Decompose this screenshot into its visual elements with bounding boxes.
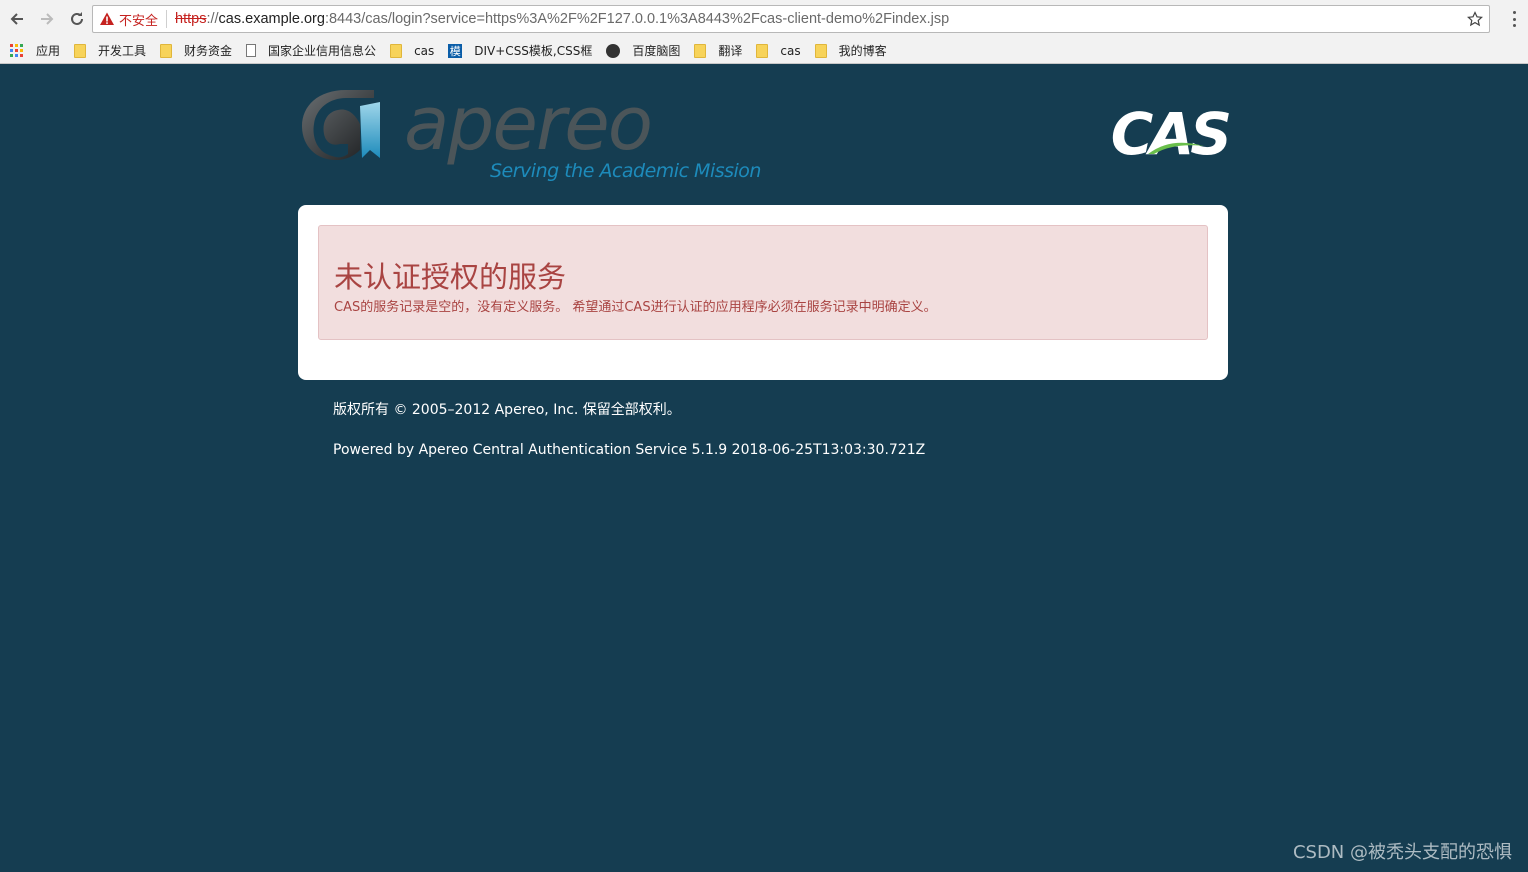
bookmark-label: cas bbox=[780, 43, 801, 58]
bookmark-label: 应用 bbox=[36, 44, 61, 58]
bookmark-folder-cas-2[interactable]: cas bbox=[756, 43, 801, 58]
apereo-wordmark: apereo bbox=[404, 81, 653, 167]
error-alert: 未认证授权的服务 CAS的服务记录是空的，没有定义服务。 希望通过CAS进行认证… bbox=[318, 225, 1208, 340]
apps-grid-icon bbox=[10, 43, 24, 58]
star-icon bbox=[1467, 11, 1483, 27]
bookmark-baidu-naotu[interactable]: 百度脑图 bbox=[606, 42, 680, 59]
copyright-text: 版权所有 © 2005–2012 Apereo, Inc. 保留全部权利。 bbox=[333, 402, 681, 418]
page-header: apereo Serving the Academic Mission CAS bbox=[298, 82, 1232, 192]
bookmark-label: 财务资金 bbox=[184, 44, 233, 58]
url-path: :8443/cas/login?service=https%3A%2F%2F12… bbox=[324, 11, 950, 27]
mo-site-icon: 模 bbox=[448, 43, 463, 58]
bookmark-label: 开发工具 bbox=[98, 44, 147, 58]
bookmark-label: 百度脑图 bbox=[632, 44, 681, 58]
bookmarks-bar: 应用 开发工具 财务资金 国家企业信用信息公 cas 模 DIV+CSS模板,C… bbox=[0, 38, 1528, 64]
url-text[interactable]: https://cas.example.org:8443/cas/login?s… bbox=[175, 11, 1461, 27]
page-icon bbox=[246, 44, 257, 57]
csdn-watermark: CSDN @被秃头支配的恐惧 bbox=[1292, 842, 1512, 863]
folder-icon bbox=[814, 43, 827, 58]
powered-by-text: Powered by Apereo Central Authentication… bbox=[333, 442, 926, 458]
apereo-mark-icon bbox=[302, 90, 380, 160]
back-button[interactable] bbox=[4, 6, 30, 32]
browser-menu-button[interactable] bbox=[1506, 9, 1522, 29]
error-title: 未认证授权的服务 bbox=[334, 260, 567, 294]
apereo-tagline: Serving the Academic Mission bbox=[490, 160, 761, 182]
arrow-left-icon bbox=[10, 13, 23, 25]
bookmark-folder-devtools[interactable]: 开发工具 bbox=[74, 42, 146, 59]
folder-icon bbox=[74, 43, 87, 58]
bookmark-folder-blog[interactable]: 我的博客 bbox=[814, 42, 887, 59]
forward-button[interactable] bbox=[34, 6, 60, 32]
bookmark-folder-cas[interactable]: cas bbox=[390, 43, 435, 58]
error-message: CAS的服务记录是空的，没有定义服务。 希望通过CAS进行认证的应用程序必须在服… bbox=[334, 300, 937, 315]
address-bar[interactable]: 不安全 https://cas.example.org:8443/cas/log… bbox=[92, 5, 1490, 33]
url-scheme: https bbox=[175, 11, 207, 27]
bookmark-star-button[interactable] bbox=[1461, 6, 1489, 32]
bookmark-label: 翻译 bbox=[718, 44, 743, 58]
content-card: 未认证授权的服务 CAS的服务记录是空的，没有定义服务。 希望通过CAS进行认证… bbox=[298, 205, 1228, 380]
security-indicator[interactable]: 不安全 bbox=[93, 10, 158, 29]
omnibox-divider bbox=[166, 10, 168, 28]
cas-logo[interactable]: CAS bbox=[1106, 102, 1232, 166]
bookmark-apps[interactable]: 应用 bbox=[10, 42, 60, 59]
bookmark-credit-info[interactable]: 国家企业信用信息公 bbox=[246, 42, 376, 59]
owl-icon bbox=[606, 43, 621, 58]
bookmark-label: cas bbox=[414, 43, 435, 58]
bookmark-folder-finance[interactable]: 财务资金 bbox=[160, 42, 232, 59]
apereo-logo[interactable]: apereo Serving the Academic Mission bbox=[298, 82, 778, 187]
folder-icon bbox=[160, 43, 173, 58]
cas-swoosh-icon bbox=[1148, 142, 1204, 154]
bookmark-label: 国家企业信用信息公 bbox=[268, 44, 377, 58]
folder-icon bbox=[756, 43, 769, 58]
folder-icon bbox=[390, 43, 403, 58]
reload-button[interactable] bbox=[64, 6, 90, 32]
warning-triangle-icon bbox=[100, 12, 114, 25]
browser-toolbar: 不安全 https://cas.example.org:8443/cas/log… bbox=[0, 0, 1528, 38]
bookmark-folder-translate[interactable]: 翻译 bbox=[694, 42, 742, 59]
arrow-right-icon bbox=[41, 13, 54, 25]
page-footer: 版权所有 © 2005–2012 Apereo, Inc. 保留全部权利。 Po… bbox=[333, 400, 925, 460]
url-host: cas.example.org bbox=[218, 11, 325, 27]
security-label: 不安全 bbox=[119, 13, 159, 29]
folder-icon bbox=[694, 43, 707, 58]
url-separator: :// bbox=[206, 11, 219, 27]
bookmark-label: DIV+CSS模板,CSS框 bbox=[474, 44, 593, 58]
reload-icon bbox=[71, 12, 83, 25]
bookmark-label: 我的博客 bbox=[838, 44, 887, 58]
bookmark-div-css[interactable]: 模 DIV+CSS模板,CSS框 bbox=[448, 42, 592, 59]
